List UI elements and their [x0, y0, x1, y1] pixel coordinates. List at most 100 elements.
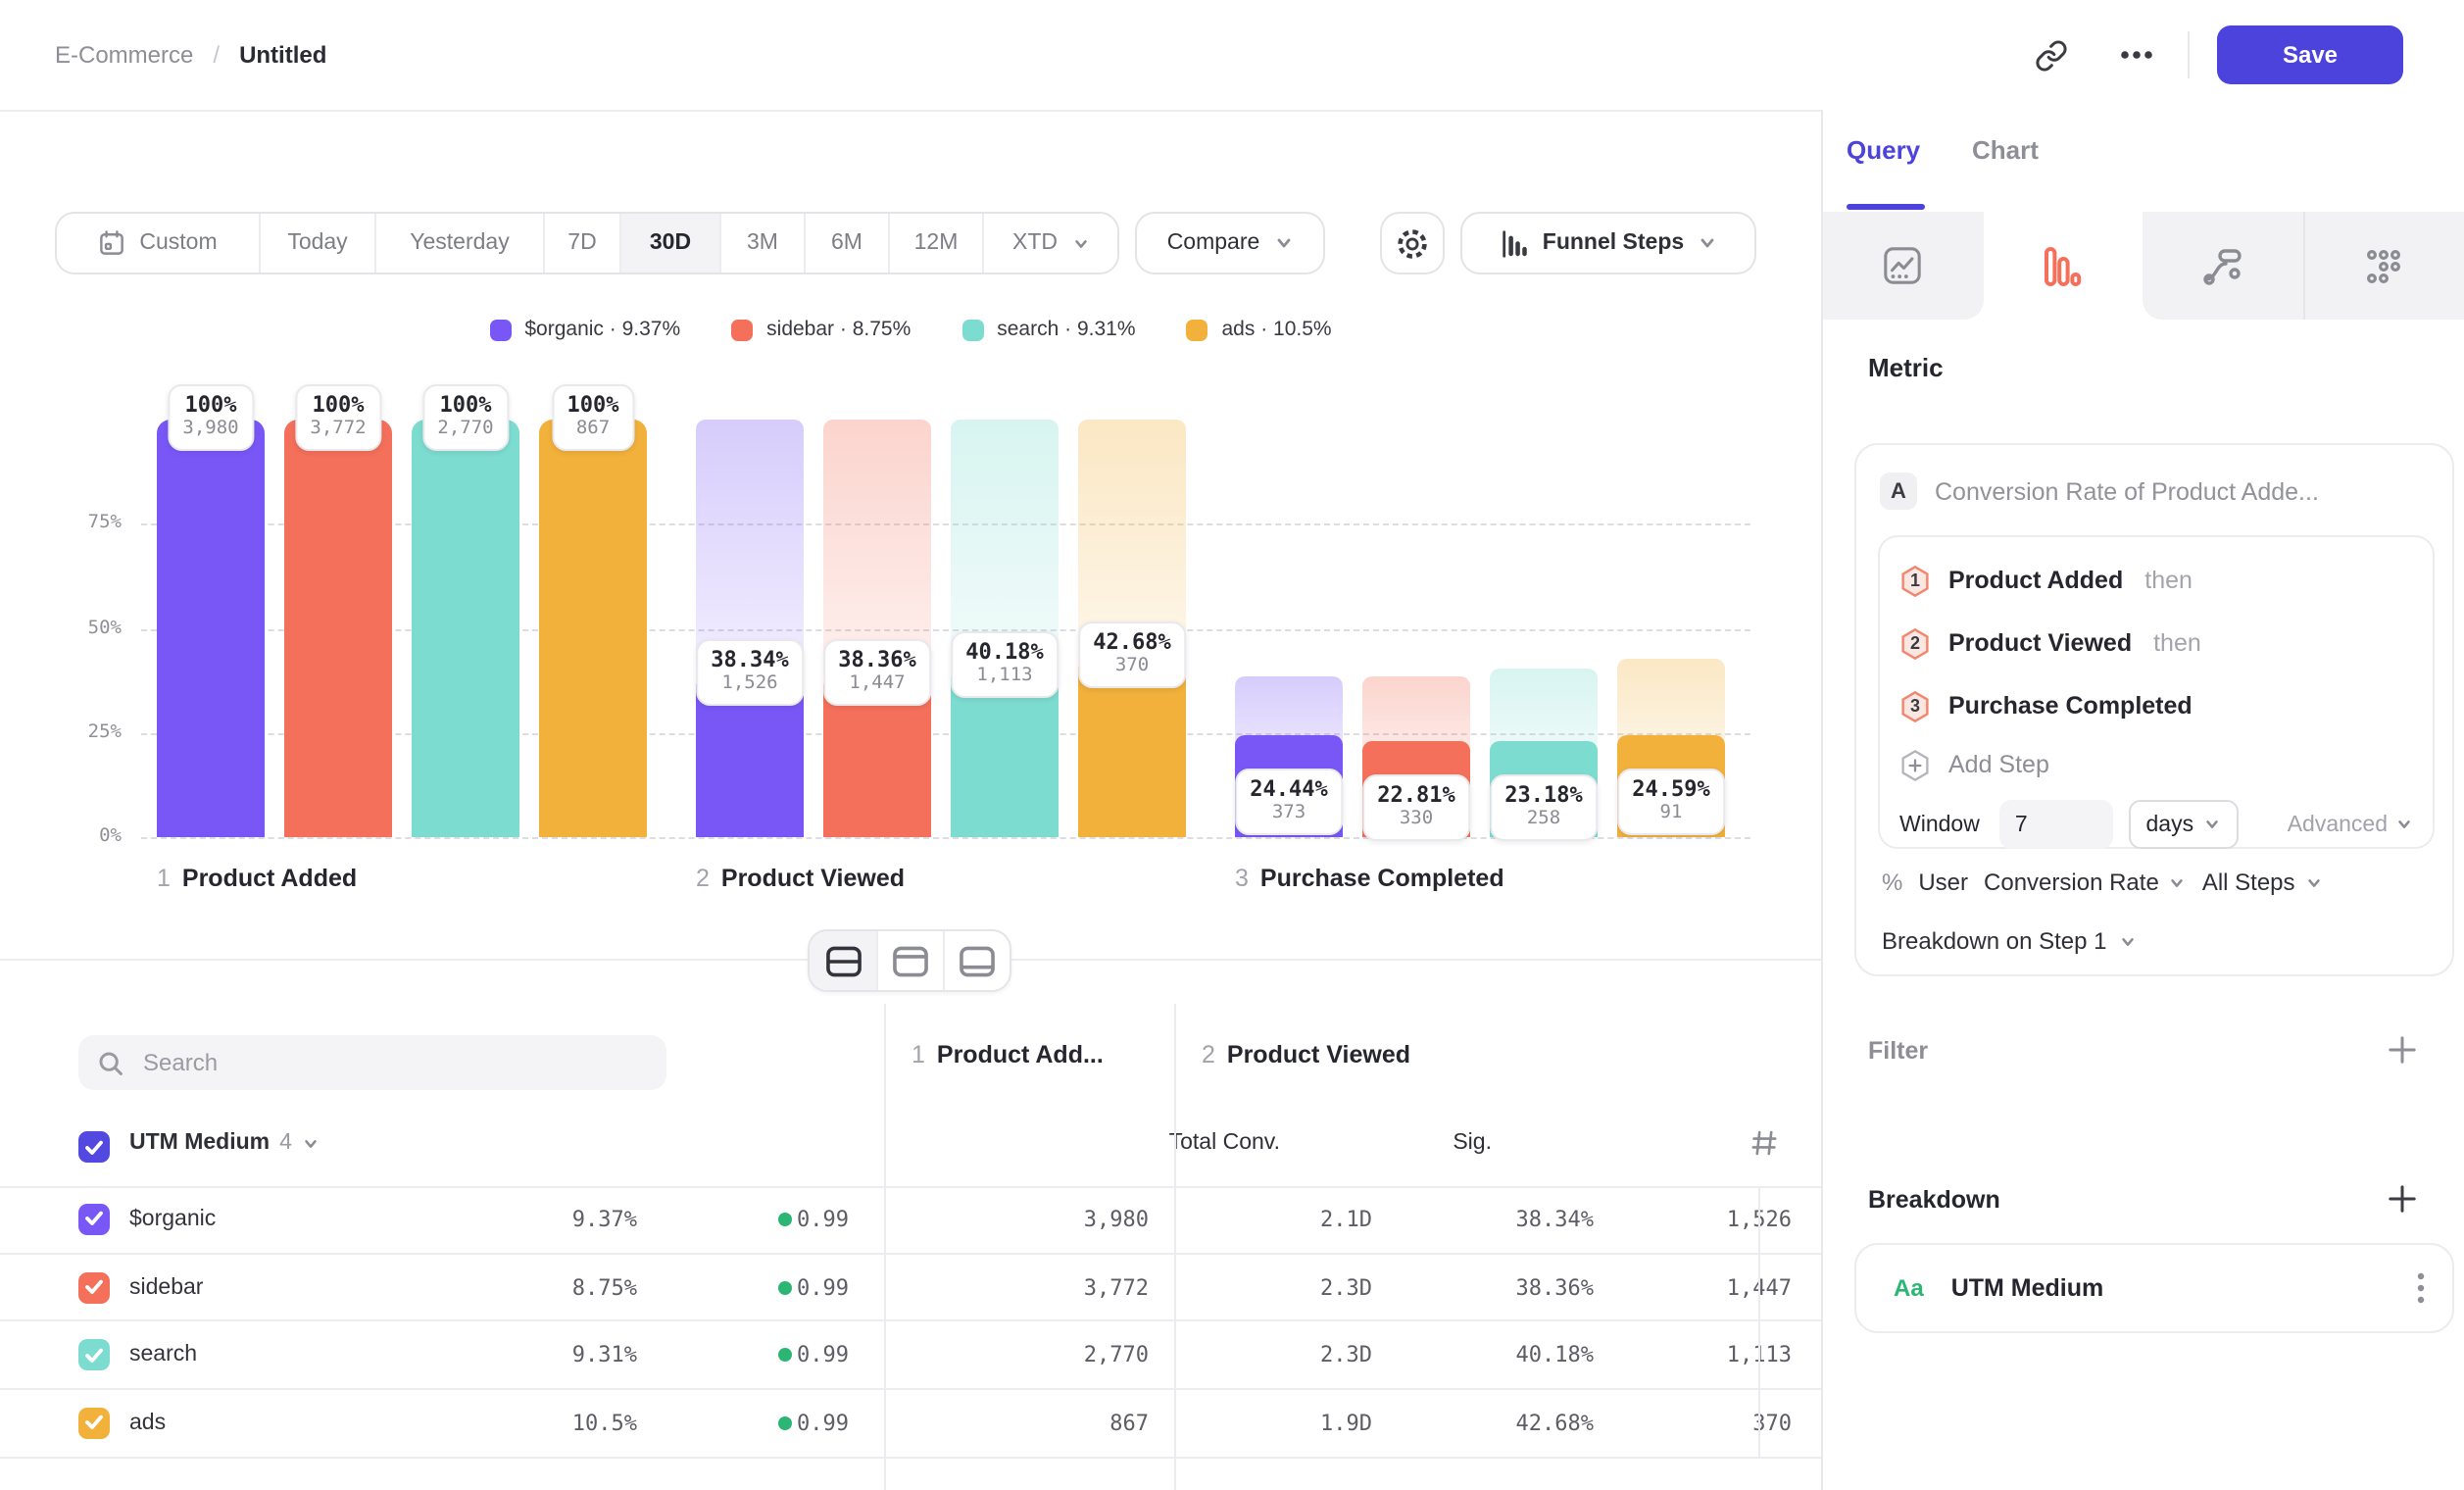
- chevron-down-icon: [2203, 816, 2221, 833]
- table-only-view-button[interactable]: [943, 931, 1010, 990]
- funnel-bar[interactable]: [157, 420, 265, 837]
- filter-label: Filter: [1868, 1036, 1928, 1064]
- query-step[interactable]: 1Product Addedthen: [1899, 549, 2413, 612]
- row-sig: 0.99: [797, 1411, 849, 1436]
- tab-chart[interactable]: Chart: [1972, 135, 2039, 165]
- row-avg-time: 2.3D: [1320, 1342, 1372, 1367]
- count-column-icon[interactable]: [1750, 1129, 1778, 1157]
- breakdown-on-step-select[interactable]: Breakdown on Step 1: [1882, 927, 2137, 955]
- bar-value-label: 100%2,770: [421, 384, 509, 451]
- sig-column-header[interactable]: Sig.: [1453, 1131, 1492, 1155]
- tab-line-chart[interactable]: [1823, 212, 1983, 320]
- significance-dot: [778, 1280, 792, 1294]
- significance-dot: [778, 1416, 792, 1430]
- significance-dot: [778, 1213, 792, 1226]
- step-badge-number: 2: [1899, 626, 1931, 660]
- metric-title[interactable]: Conversion Rate of Product Adde...: [1935, 478, 2319, 506]
- add-breakdown-button[interactable]: [2388, 1184, 2417, 1214]
- app-window: E-Commerce / Untitled Save: [0, 0, 2464, 1490]
- tab-flow-chart[interactable]: [2143, 212, 2304, 320]
- breadcrumb-title[interactable]: Untitled: [239, 41, 326, 69]
- step-badge-number: 1: [1899, 564, 1931, 597]
- chevron-down-icon: [2169, 873, 2187, 891]
- row-step1-count: 3,772: [1084, 1274, 1149, 1300]
- group-step-number: 1: [912, 1041, 925, 1068]
- measure-entity[interactable]: User: [1918, 869, 1968, 896]
- funnel-bars-icon: [2044, 244, 2083, 287]
- breakdown-column-header[interactable]: UTM Medium 4: [129, 1131, 320, 1155]
- bar-pct: 100%: [182, 392, 238, 418]
- row-conversion: 40.18%: [1516, 1342, 1595, 1367]
- table-row[interactable]: search9.31%0.992,7702.3D40.18%1,113: [0, 1322, 1821, 1390]
- bar-pct: 100%: [437, 392, 493, 418]
- chart-type-tabs: [1823, 212, 2464, 320]
- topbar: E-Commerce / Untitled Save: [0, 0, 2464, 110]
- step-name: Product Viewed: [721, 865, 905, 892]
- step-number: 2: [696, 865, 710, 892]
- funnel-bar[interactable]: [412, 420, 519, 837]
- step-badge-number: 3: [1899, 689, 1931, 722]
- bar-value-label: 40.18%1,113: [950, 632, 1060, 699]
- measure-scope-select[interactable]: All Steps: [2202, 869, 2323, 896]
- row-checkbox[interactable]: [78, 1339, 110, 1370]
- column-divider: [1758, 1186, 1760, 1459]
- table-group-step2: 2Product Viewed: [1202, 1041, 1410, 1068]
- row-sig: 0.99: [797, 1207, 849, 1232]
- chart-only-view-button[interactable]: [876, 931, 943, 990]
- row-avg-time: 1.9D: [1320, 1411, 1372, 1436]
- add-filter-button[interactable]: [2388, 1035, 2417, 1065]
- query-step[interactable]: 2Product Viewedthen: [1899, 612, 2413, 674]
- chart-only-view-icon: [892, 944, 929, 977]
- tab-funnel-chart[interactable]: [1983, 212, 2143, 320]
- row-sig: 0.99: [797, 1274, 849, 1300]
- step-name: Product Added: [182, 865, 357, 892]
- table-row[interactable]: $organic9.37%0.993,9802.1D38.34%1,526: [0, 1186, 1821, 1254]
- bar-count: 1,447: [838, 673, 916, 697]
- step-connector: then: [2153, 629, 2201, 657]
- row-checkbox[interactable]: [78, 1204, 110, 1235]
- y-axis-tick: 25%: [55, 721, 122, 743]
- window-value-input[interactable]: [1999, 800, 2113, 849]
- more-options-button[interactable]: [2109, 27, 2164, 82]
- step-badge: 2: [1899, 626, 1931, 660]
- table-search: [78, 1035, 666, 1090]
- table-row[interactable]: ads10.5%0.998671.9D42.68%370: [0, 1390, 1821, 1458]
- funnel-step-label: 2 Product Viewed: [696, 865, 905, 892]
- funnel-bar[interactable]: [284, 420, 392, 837]
- filter-section: Filter: [1868, 1035, 2417, 1065]
- row-checkbox[interactable]: [78, 1408, 110, 1439]
- add-step-label: Add Step: [1948, 751, 2049, 778]
- bar-pct: 24.59%: [1632, 775, 1710, 801]
- query-panel: Query Chart: [1821, 110, 2464, 1490]
- tab-query[interactable]: Query: [1847, 135, 1920, 165]
- share-link-button[interactable]: [2023, 27, 2078, 82]
- funnel-bar[interactable]: [539, 420, 647, 837]
- split-view-button[interactable]: [810, 931, 876, 990]
- kebab-menu-icon[interactable]: [2417, 1272, 2425, 1304]
- save-button[interactable]: Save: [2217, 25, 2403, 84]
- tab-retention-grid[interactable]: [2304, 212, 2464, 320]
- column-divider: [884, 1004, 886, 1490]
- add-step-button[interactable]: Add Step: [1899, 737, 2413, 792]
- row-conversion: 42.68%: [1516, 1411, 1595, 1436]
- select-all-checkbox[interactable]: [78, 1131, 110, 1163]
- window-unit-select[interactable]: days: [2129, 800, 2239, 849]
- bar-pct: 40.18%: [965, 640, 1044, 666]
- window-unit-label: days: [2146, 813, 2194, 836]
- total-conv-column-header[interactable]: Total Conv.: [1169, 1131, 1280, 1155]
- table-row[interactable]: sidebar8.75%0.993,7722.3D38.36%1,447: [0, 1254, 1821, 1321]
- advanced-toggle[interactable]: Advanced: [2288, 813, 2413, 836]
- breakdown-item[interactable]: Aa UTM Medium: [1854, 1243, 2454, 1333]
- bar-pct: 100%: [310, 392, 366, 418]
- row-total-conv: 9.37%: [572, 1207, 637, 1232]
- search-input[interactable]: [139, 1047, 647, 1078]
- measure-row: % User Conversion Rate All Steps: [1882, 869, 2323, 896]
- query-step[interactable]: 3Purchase Completed: [1899, 674, 2413, 737]
- flow-icon: [2201, 244, 2244, 287]
- breadcrumb-project[interactable]: E-Commerce: [55, 41, 193, 69]
- metric-card: A Conversion Rate of Product Adde... 1Pr…: [1854, 443, 2454, 976]
- breakdown-section: Breakdown: [1868, 1184, 2417, 1214]
- breakdown-on-label: Breakdown on Step 1: [1882, 927, 2107, 955]
- measure-metric-select[interactable]: Conversion Rate: [1984, 869, 2187, 896]
- row-checkbox[interactable]: [78, 1271, 110, 1303]
